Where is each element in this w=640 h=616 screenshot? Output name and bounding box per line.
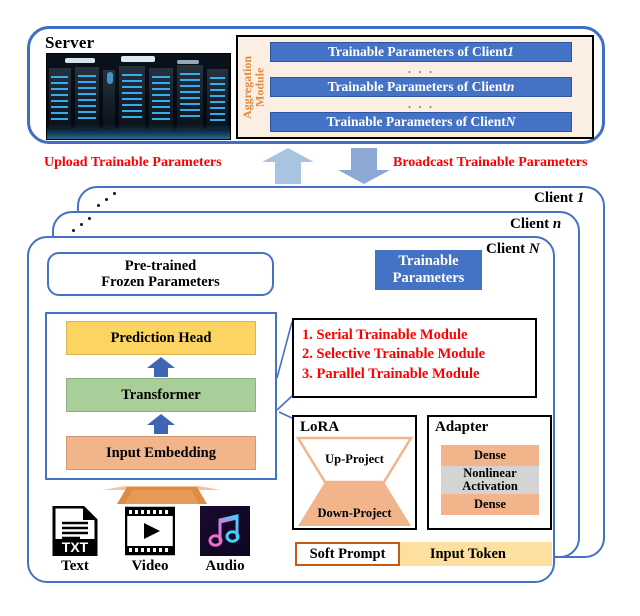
stack-ellipsis-dot <box>97 204 100 207</box>
tp-bar-N-prefix: Trainable Parameters of Client <box>326 114 506 129</box>
client-tag-N: Client N <box>486 241 540 258</box>
client-tag-1-index: 1 <box>576 190 585 206</box>
svg-text:TXT: TXT <box>62 539 89 555</box>
upload-arrow-up-icon <box>262 148 314 184</box>
lora-title: LoRA <box>300 419 340 435</box>
frozen-line-2: Frozen Parameters <box>101 274 220 290</box>
frozen-line-1: Pre-trained <box>124 257 197 274</box>
trainable-params-bar-client-n: Trainable Parameters of Client n <box>270 77 572 97</box>
trainable-parameters-badge: Trainable Parameters <box>375 250 482 290</box>
stack-ellipsis-dot <box>72 229 75 232</box>
client-tag-n: Client n <box>510 216 561 233</box>
client-tag-N-prefix: Client <box>486 241 529 257</box>
stack-arrow-up-icon <box>147 357 175 377</box>
modality-label-text: Text <box>61 558 89 574</box>
upload-label: Upload Trainable Parameters <box>44 155 222 170</box>
stack-ellipsis-dot <box>88 217 91 220</box>
adapter-title: Adapter <box>435 419 489 435</box>
tp-bar-N-index: N <box>505 114 516 129</box>
lora-down-project-label: Down-Project <box>317 506 392 520</box>
adapter-row-dense-2: Dense <box>441 494 539 515</box>
broadcast-label: Broadcast Trainable Parameters <box>393 155 588 170</box>
tp-ellipsis-1: . . . <box>407 61 435 76</box>
module-item-2: 2. Selective Trainable Module <box>302 346 486 363</box>
adapter-row-dense-1: Dense <box>441 445 539 466</box>
server-room-photo <box>46 53 231 140</box>
tp-ellipsis-2: . . . <box>407 96 435 111</box>
stack-arrow-up-icon <box>147 414 175 434</box>
stack-ellipsis-dot <box>80 223 83 226</box>
tp-bar-n-prefix: Trainable Parameters of Client <box>327 79 507 94</box>
adapter-row-nonlinear-activation: Nonlinear Activation <box>441 466 539 494</box>
tp-bar-1-prefix: Trainable Parameters of Client <box>327 44 508 59</box>
layer-prediction-head: Prediction Head <box>66 321 256 355</box>
client-tag-N-index: N <box>528 241 540 257</box>
tp-bar-n-index: n <box>506 79 515 94</box>
client-tag-1-prefix: Client <box>534 190 577 206</box>
aggregation-module-text: Aggregation Module <box>240 55 267 119</box>
module-item-3: 3. Parallel Trainable Module <box>302 365 480 382</box>
soft-prompt-box: Soft Prompt <box>295 542 400 566</box>
stack-ellipsis-dot <box>105 198 108 201</box>
text-file-icon: TXT <box>52 506 98 556</box>
layer-input-embedding: Input Embedding <box>66 436 256 470</box>
video-film-icon <box>125 506 175 556</box>
module-item-1: 1. Serial Trainable Module <box>302 327 468 343</box>
music-note-icon <box>200 506 250 556</box>
lora-up-project-label: Up-Project <box>325 452 384 466</box>
trainable-badge-line-1: Trainable <box>398 253 459 270</box>
pretrained-frozen-parameters-box: Pre-trained Frozen Parameters <box>47 252 274 296</box>
stack-ellipsis-dot <box>113 192 116 195</box>
trainable-badge-line-2: Parameters <box>392 270 465 286</box>
tp-bar-1-index: 1 <box>507 44 515 59</box>
modality-fusion-fan <box>103 486 221 504</box>
broadcast-arrow-down-icon <box>338 148 390 184</box>
client-tag-n-index: n <box>552 216 562 232</box>
modality-label-video: Video <box>131 558 169 574</box>
layer-transformer: Transformer <box>66 378 256 412</box>
server-title: Server <box>45 33 95 52</box>
client-tag-n-prefix: Client <box>510 216 553 232</box>
aggregation-module-label: Aggregation Module <box>240 42 267 132</box>
trainable-params-bar-client-N: Trainable Parameters of Client N <box>270 112 572 132</box>
server-room-illustration <box>47 54 230 139</box>
trainable-modules-box: 1. Serial Trainable Module 2. Selective … <box>292 318 537 398</box>
modality-label-audio: Audio <box>205 558 245 574</box>
client-tag-1: Client 1 <box>534 190 584 207</box>
trainable-params-bar-client-1: Trainable Parameters of Client 1 <box>270 42 572 62</box>
